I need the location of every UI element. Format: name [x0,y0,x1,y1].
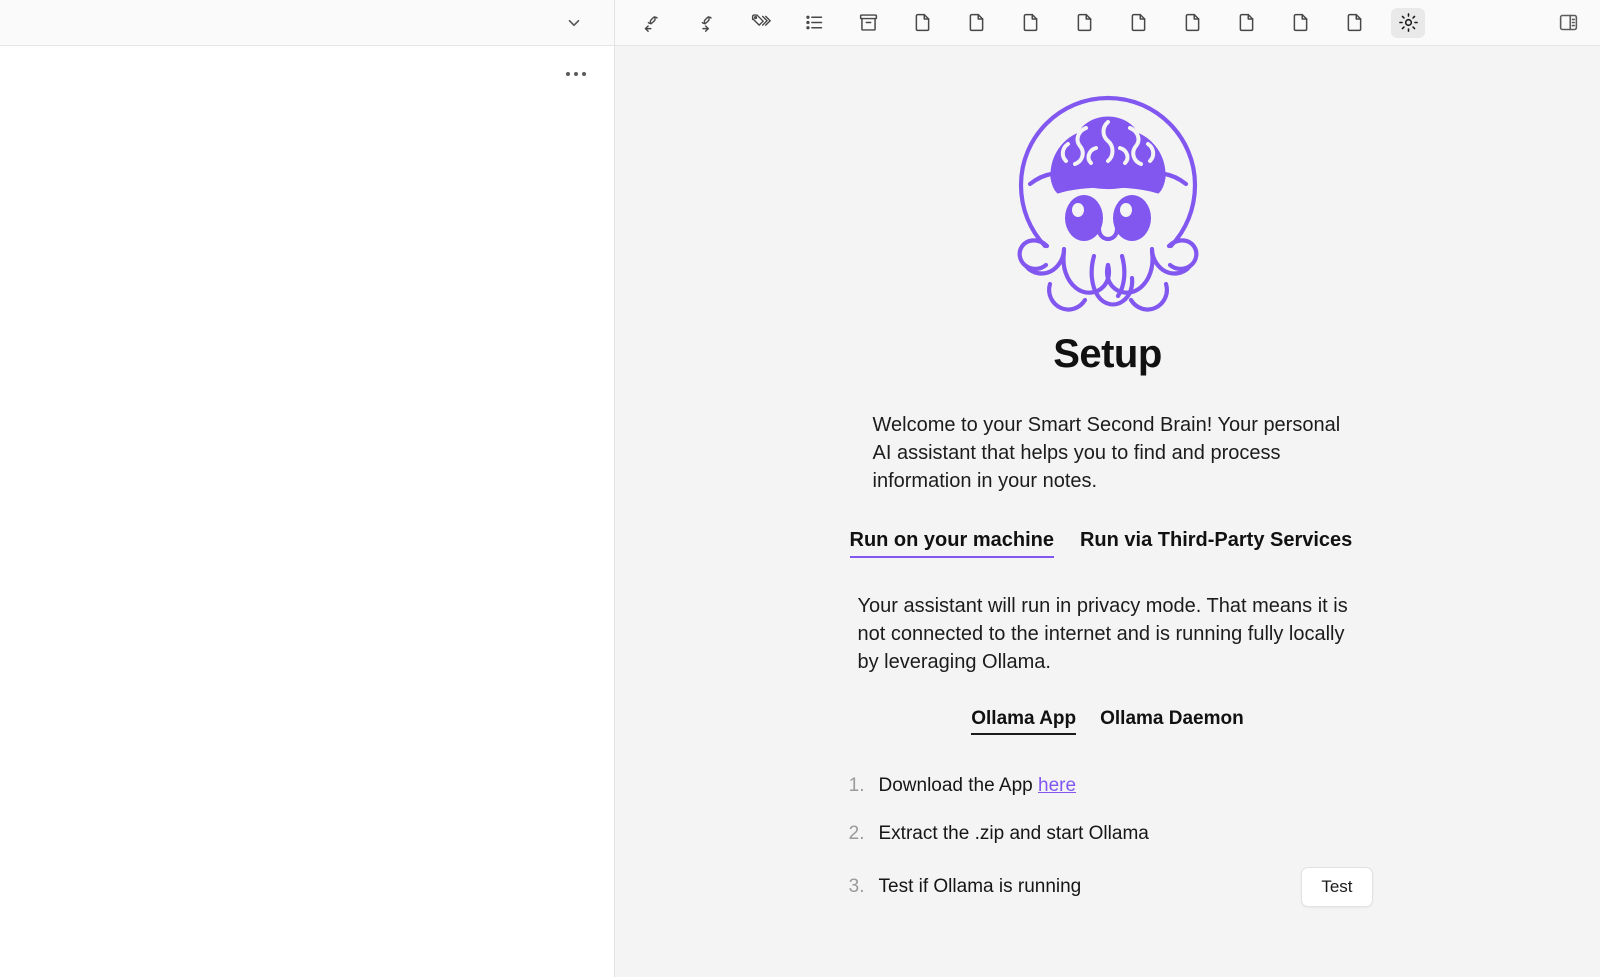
setup-steps: 1. Download the App here 2. Extract the … [843,771,1373,907]
step-number: 3. [848,876,865,897]
list-item: 1. Download the App here [843,771,1373,801]
file-icon[interactable] [1067,8,1101,38]
app-window: Setup Welcome to your Smart Second Brain… [0,0,1600,977]
file-icon[interactable] [959,8,993,38]
ollama-subtabs: Ollama App Ollama Daemon [971,708,1244,735]
step-number: 2. [848,823,865,844]
toolbar-icon-group [635,7,1425,38]
step-text: Test if Ollama is running [878,876,1082,897]
tab-run-via-third-party-services[interactable]: Run via Third-Party Services [1080,529,1352,558]
octopus-brain-mascot-icon [1008,86,1208,318]
setup-panel: Setup Welcome to your Smart Second Brain… [615,46,1600,977]
subtab-ollama-daemon[interactable]: Ollama Daemon [1100,708,1244,735]
file-icon[interactable] [1229,8,1263,38]
file-icon[interactable] [1013,8,1047,38]
step-text: Download the App here [879,775,1373,797]
link-back-icon[interactable] [635,8,669,38]
mode-tabs: Run on your machine Run via Third-Party … [838,529,1378,558]
list-item: 3. Test if Ollama is running Test [843,867,1373,907]
left-pane-subbar [0,46,614,102]
left-pane-topbar [0,0,614,46]
file-icon[interactable] [1121,8,1155,38]
file-icon[interactable] [905,8,939,38]
privacy-text: Your assistant will run in privacy mode.… [857,595,1348,673]
step-label: Download the App [878,775,1039,796]
left-pane-content [0,102,614,977]
intro-text: Welcome to your Smart Second Brain! Your… [872,414,1341,492]
download-link[interactable]: here [1038,775,1076,796]
ellipsis-icon[interactable] [560,66,592,82]
tab-run-on-your-machine[interactable]: Run on your machine [849,529,1054,558]
archive-box-icon[interactable] [851,8,885,38]
file-icon[interactable] [1337,8,1371,38]
subtab-ollama-app[interactable]: Ollama App [971,708,1077,735]
step-text: Extract the .zip and start Ollama [878,823,1149,844]
sidebar-toggle-icon[interactable] [1552,7,1584,39]
list-item: 2. Extract the .zip and start Ollama [843,819,1373,849]
file-icon[interactable] [1175,8,1209,38]
step-number: 1. [848,775,865,796]
gear-icon[interactable] [1391,7,1425,38]
test-button[interactable]: Test [1301,867,1373,907]
link-forward-icon[interactable] [689,8,723,38]
file-icon[interactable] [1283,8,1317,38]
tags-icon[interactable] [743,8,777,38]
right-pane: Setup Welcome to your Smart Second Brain… [615,0,1600,977]
left-pane [0,0,615,977]
right-pane-toolbar [615,0,1600,46]
page-title: Setup [1053,332,1162,376]
outline-list-icon[interactable] [797,8,831,38]
chevron-down-icon[interactable] [558,7,590,39]
